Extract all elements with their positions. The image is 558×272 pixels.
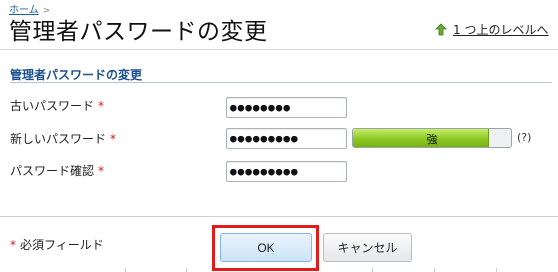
required-fields-note: * 必須フィールド	[10, 236, 104, 253]
ok-button[interactable]: OK	[220, 233, 312, 262]
up-one-level-link[interactable]: 1 つ上のレベルへ	[434, 21, 548, 38]
confirm-password-label: パスワード確認 *	[10, 162, 104, 179]
old-password-label-text: 古いパスワード	[10, 99, 95, 113]
arrow-up-icon	[434, 22, 448, 37]
confirm-password-input[interactable]: ●●●●●●●●●	[226, 161, 347, 182]
divider-tick	[496, 268, 497, 272]
page-title: 管理者パスワードの変更	[9, 19, 268, 45]
divider-tick	[434, 268, 435, 272]
footer-divider	[0, 216, 558, 217]
cancel-button[interactable]: キャンセル	[323, 233, 412, 262]
title-divider	[0, 49, 558, 50]
strength-help-link[interactable]: (?)	[517, 131, 531, 144]
old-password-input[interactable]: ●●●●●●●●	[226, 97, 347, 118]
required-asterisk: *	[98, 99, 105, 113]
new-password-input[interactable]: ●●●●●●●●●	[226, 128, 347, 149]
section-divider	[10, 82, 552, 83]
required-asterisk: *	[10, 238, 16, 252]
new-password-label-text: 新しいパスワード	[10, 132, 107, 146]
section-title: 管理者パスワードの変更	[10, 68, 143, 82]
divider-tick	[186, 268, 187, 272]
password-strength-meter: 強	[352, 128, 512, 148]
divider-tick	[125, 268, 126, 272]
divider-tick	[372, 268, 373, 272]
required-asterisk: *	[98, 164, 105, 178]
up-one-level-label[interactable]: 1 つ上のレベルへ	[453, 21, 548, 38]
password-strength-label: 強	[426, 133, 438, 146]
new-password-label: 新しいパスワード *	[10, 130, 116, 147]
required-asterisk: *	[110, 132, 117, 146]
required-fields-text: 必須フィールド	[20, 238, 104, 252]
confirm-password-label-text: パスワード確認	[10, 164, 95, 178]
old-password-label: 古いパスワード *	[10, 97, 104, 114]
